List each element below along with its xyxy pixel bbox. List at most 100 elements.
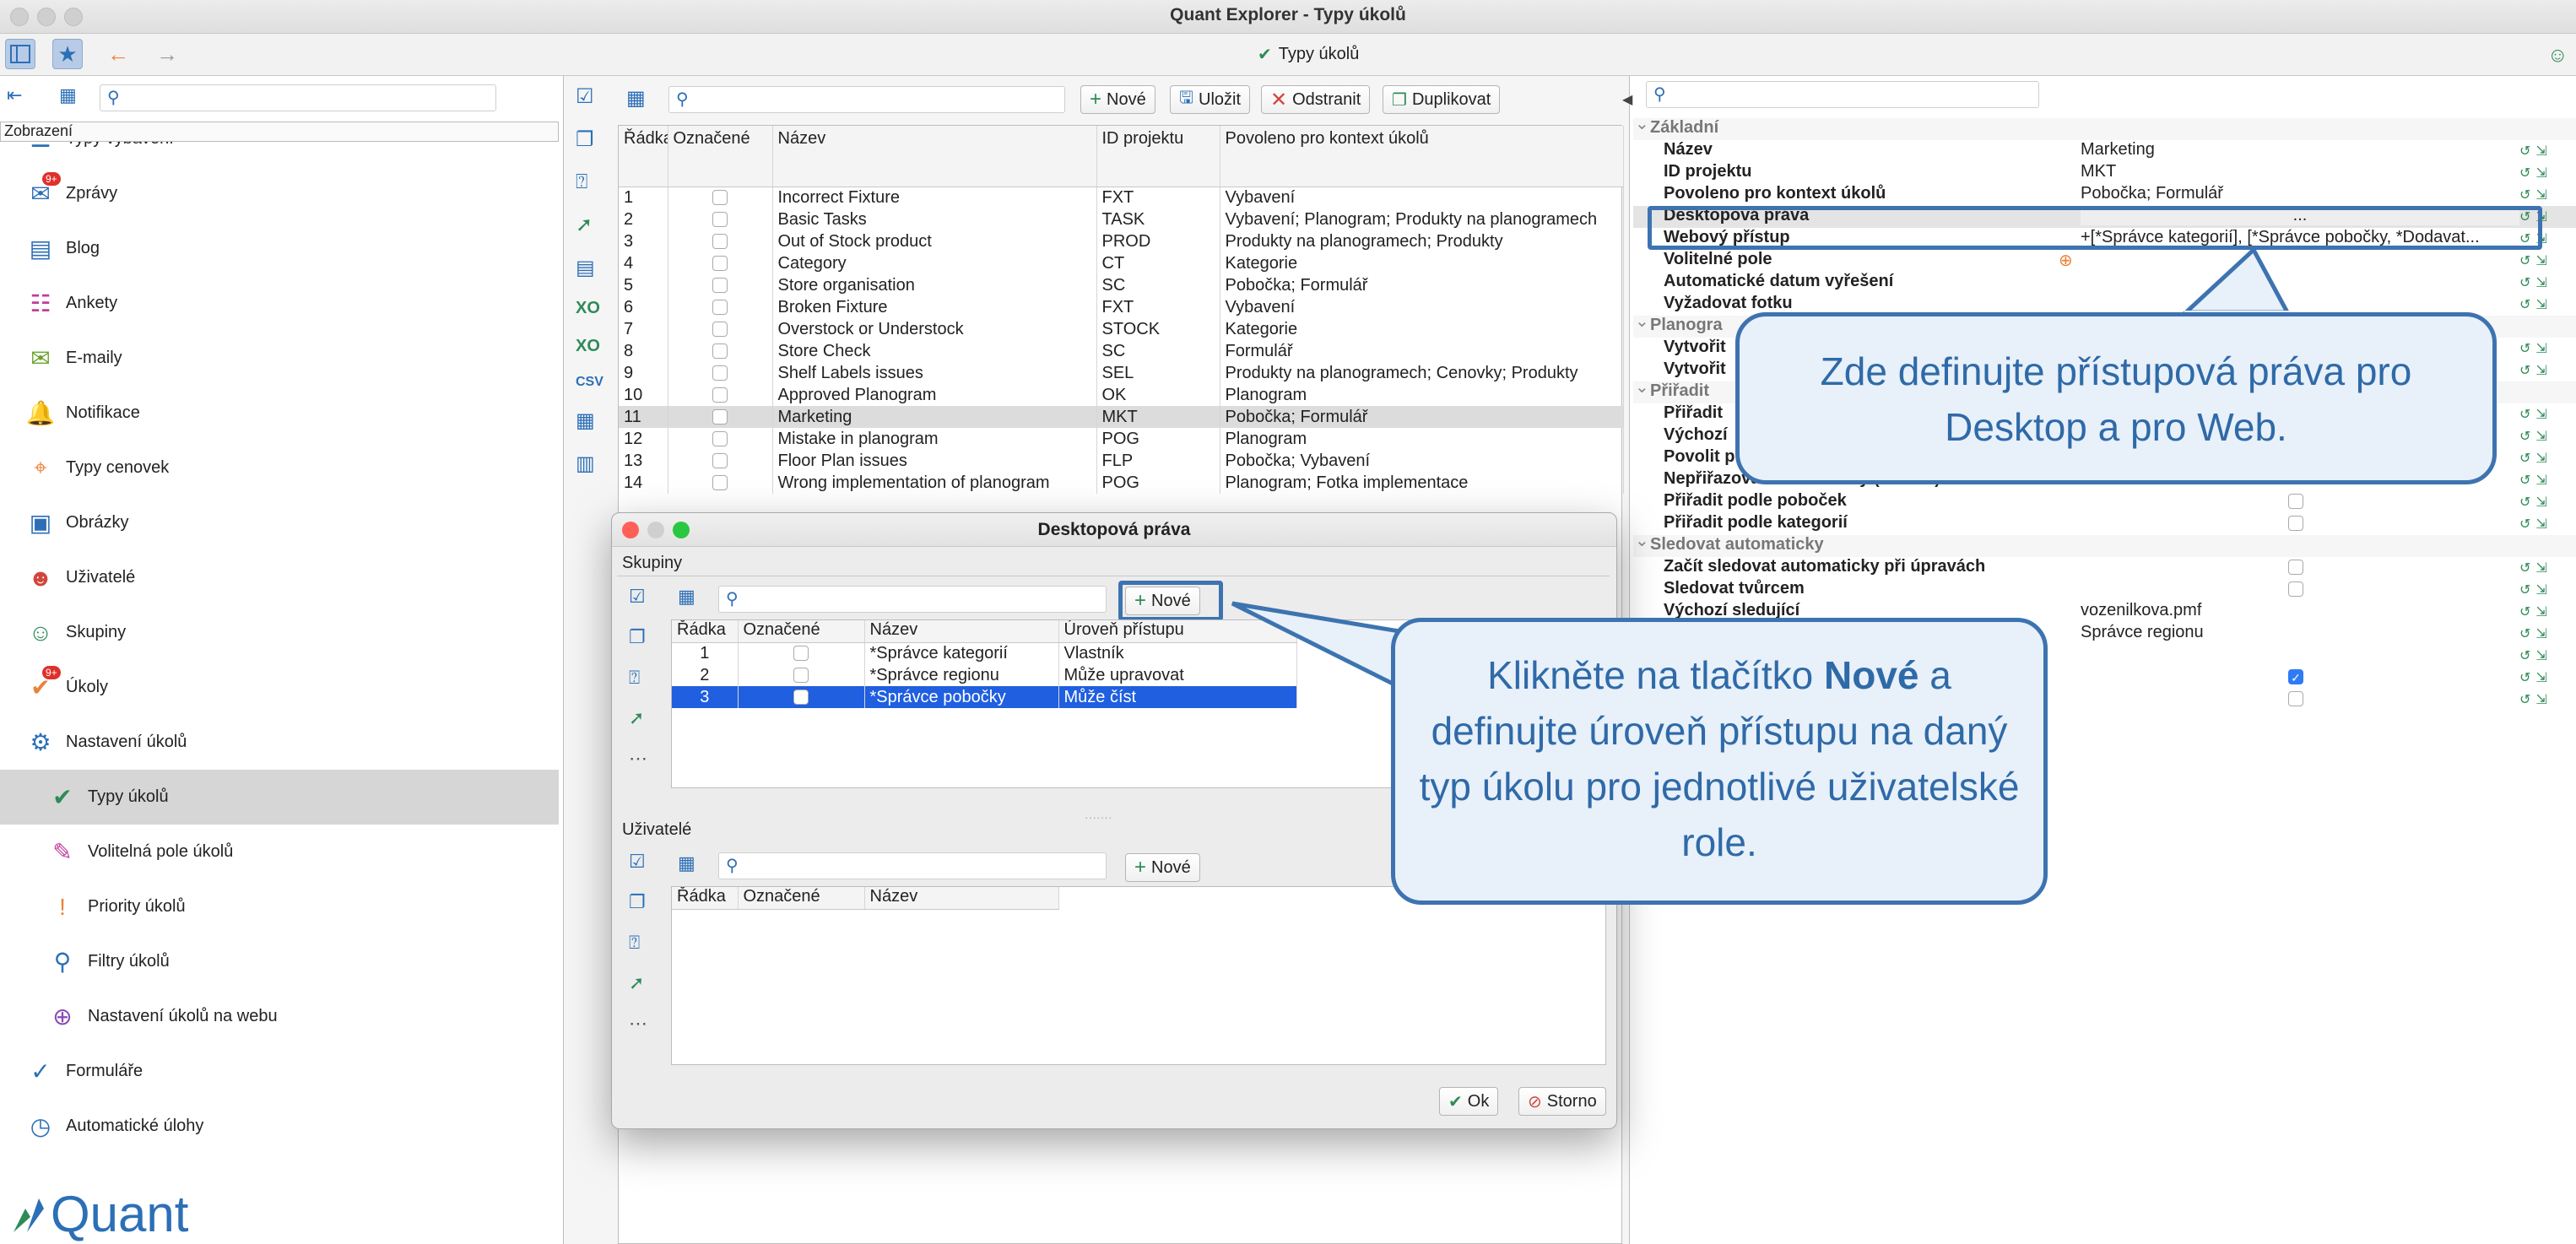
more-icon[interactable]: ⋯ xyxy=(629,748,647,770)
back-button[interactable]: ← xyxy=(103,39,133,69)
reset-icon[interactable]: ↺ xyxy=(2519,362,2530,379)
chart-icon[interactable]: ▥ xyxy=(576,452,603,476)
property-row[interactable]: Sledovat tvůrcem ↺ ⇲ xyxy=(1633,579,2576,601)
property-checkbox[interactable] xyxy=(2288,494,2303,509)
help-icon[interactable]: ⍰ xyxy=(629,667,647,689)
add-icon[interactable]: ⊕ xyxy=(2059,250,2073,271)
apply-icon[interactable]: ⇲ xyxy=(2535,472,2546,489)
column-header[interactable]: Název xyxy=(864,887,1059,910)
favorites-button[interactable]: ★ xyxy=(52,39,83,69)
sidebar-item[interactable]: ⚙ Nastavení úkolů xyxy=(0,715,559,770)
row-checkbox[interactable] xyxy=(712,256,728,272)
apply-icon[interactable]: ⇲ xyxy=(2535,581,2546,598)
column-header[interactable]: Označené xyxy=(738,620,865,643)
table-row[interactable]: 9 Shelf Labels issues SEL Produkty na plano… xyxy=(619,362,1624,384)
reset-icon[interactable]: ↺ xyxy=(2519,340,2530,357)
calendar-icon[interactable]: ▦ xyxy=(576,408,603,433)
apply-icon[interactable]: ⇲ xyxy=(2535,560,2546,576)
table-row[interactable]: 12 Mistake in planogram POG Planogram xyxy=(619,428,1624,450)
task-types-search-input[interactable]: ⚲ xyxy=(668,86,1065,113)
table-row[interactable]: 6 Broken Fixture FXT Vybavení xyxy=(619,296,1624,318)
sidebar-item[interactable]: ⌖ Typy cenovek xyxy=(0,441,559,495)
row-checkbox[interactable] xyxy=(712,475,728,491)
table-row[interactable]: 5 Store organisation SC Pobočka; Formulář xyxy=(619,274,1624,296)
apply-icon[interactable]: ⇲ xyxy=(2535,252,2546,269)
property-checkbox[interactable] xyxy=(2288,691,2303,706)
sidebar-item[interactable]: ✎ Volitelná pole úkolů xyxy=(0,825,559,879)
property-value[interactable]: MKT xyxy=(2081,162,2519,181)
table-settings-icon[interactable]: ▦ xyxy=(678,852,695,874)
sidebar-search-input[interactable]: ⚲ xyxy=(100,84,496,111)
row-checkbox[interactable] xyxy=(712,365,728,381)
apply-icon[interactable]: ⇲ xyxy=(2535,296,2546,313)
sidebar-item[interactable]: ☷ Ankety xyxy=(0,276,559,331)
table-row[interactable]: 4 Category CT Kategorie xyxy=(619,252,1624,274)
reset-icon[interactable]: ↺ xyxy=(2519,165,2530,181)
apply-icon[interactable]: ⇲ xyxy=(2535,669,2546,686)
sidebar-item[interactable]: ⊕ Nastavení úkolů na webu xyxy=(0,989,559,1044)
row-checkbox[interactable] xyxy=(712,453,728,469)
check-list-icon[interactable]: ☑ xyxy=(576,84,603,109)
new-button[interactable]: + Nové xyxy=(1080,85,1155,114)
chevron-down-icon[interactable]: ⌄ xyxy=(1635,530,1649,551)
forward-button[interactable]: → xyxy=(152,39,182,69)
sidebar-item[interactable]: ✉ E-maily xyxy=(0,331,559,386)
table-row[interactable]: 13 Floor Plan issues FLP Pobočka; Vybavení xyxy=(619,450,1624,472)
sidebar-item[interactable]: ✔ Typy úkolů xyxy=(0,770,559,825)
row-checkbox[interactable] xyxy=(712,431,728,447)
duplicate-button[interactable]: ❐ Duplikovat xyxy=(1383,85,1501,114)
reset-icon[interactable]: ↺ xyxy=(2519,581,2530,598)
sidebar-item[interactable]: ! Priority úkolů xyxy=(0,879,559,934)
apply-icon[interactable]: ⇲ xyxy=(2535,428,2546,445)
property-row[interactable]: Přiřadit podle poboček ↺ ⇲ xyxy=(1633,491,2576,513)
help-icon[interactable]: ⍰ xyxy=(629,932,647,954)
property-row[interactable]: Povoleno pro kontext úkolů Pobočka; Formu… xyxy=(1633,184,2576,206)
column-header[interactable]: Povoleno pro kontext úkolů xyxy=(1220,126,1624,187)
properties-search-input[interactable]: ⚲ xyxy=(1646,81,2039,108)
sidebar-item[interactable]: ✓ Formuláře xyxy=(0,1044,559,1099)
reset-icon[interactable]: ↺ xyxy=(2519,406,2530,423)
table-row[interactable]: 8 Store Check SC Formulář xyxy=(619,340,1624,362)
sidebar-item[interactable]: ✉ 9+ Zprávy xyxy=(0,166,559,221)
chevron-down-icon[interactable]: ⌄ xyxy=(1635,113,1649,134)
sidebar-item[interactable]: ▤ Blog xyxy=(0,221,559,276)
apply-icon[interactable]: ⇲ xyxy=(2535,450,2546,467)
row-checkbox[interactable] xyxy=(793,690,809,706)
apply-icon[interactable]: ⇲ xyxy=(2535,516,2546,533)
property-value[interactable]: vozenilkova.pmf xyxy=(2081,601,2519,620)
sidebar-item[interactable]: ☰ Typy vybavení xyxy=(0,142,559,166)
collapse-panel-icon[interactable]: ◀ xyxy=(1622,91,1632,108)
apply-icon[interactable]: ⇲ xyxy=(2535,187,2546,203)
collapse-icon[interactable]: ⇤ xyxy=(7,84,32,106)
table-row[interactable]: 14 Wrong implementation of planogram POG Pl… xyxy=(619,472,1624,494)
table-settings-icon[interactable]: ▦ xyxy=(626,86,646,111)
property-checkbox[interactable] xyxy=(2288,581,2303,597)
row-checkbox[interactable] xyxy=(712,234,728,250)
apply-icon[interactable]: ⇲ xyxy=(2535,406,2546,423)
row-checkbox[interactable] xyxy=(712,300,728,316)
column-header[interactable]: Řádka xyxy=(672,887,739,910)
apply-icon[interactable]: ⇲ xyxy=(2535,647,2546,664)
cursor-icon[interactable]: ➚ xyxy=(576,213,603,237)
reset-icon[interactable]: ↺ xyxy=(2519,143,2530,160)
delete-button[interactable]: ✕ Odstranit xyxy=(1261,85,1371,114)
users-search-input[interactable]: ⚲ xyxy=(718,852,1107,879)
reset-icon[interactable]: ↺ xyxy=(2519,252,2530,269)
check-list-icon[interactable]: ☑ xyxy=(629,586,647,608)
csv-icon[interactable]: CSV xyxy=(576,375,603,390)
table-row[interactable]: 2 Basic Tasks TASK Vybavení; Planogram; Pro… xyxy=(619,208,1624,230)
table-row[interactable]: 11 Marketing MKT Pobočka; Formulář xyxy=(619,406,1624,428)
property-row[interactable]: Přiřadit podle kategorií ↺ ⇲ xyxy=(1633,513,2576,535)
reset-icon[interactable]: ↺ xyxy=(2519,560,2530,576)
groups-search-input[interactable]: ⚲ xyxy=(718,586,1107,613)
property-row[interactable]: ID projektu MKT ↺ ⇲ xyxy=(1633,162,2576,184)
apply-icon[interactable]: ⇲ xyxy=(2535,625,2546,642)
row-checkbox[interactable] xyxy=(712,278,728,294)
cancel-button[interactable]: ⊘ Storno xyxy=(1518,1087,1606,1116)
reset-icon[interactable]: ↺ xyxy=(2519,516,2530,533)
table-row[interactable]: 2 *Správce regionu Může upravovat xyxy=(672,664,1297,686)
table-row[interactable]: 3 Out of Stock product PROD Produkty na pla… xyxy=(619,230,1624,252)
sidebar-item[interactable]: ◷ Automatické úlohy xyxy=(0,1099,559,1154)
reset-icon[interactable]: ↺ xyxy=(2519,625,2530,642)
copy-icon[interactable]: ❐ xyxy=(629,891,647,913)
